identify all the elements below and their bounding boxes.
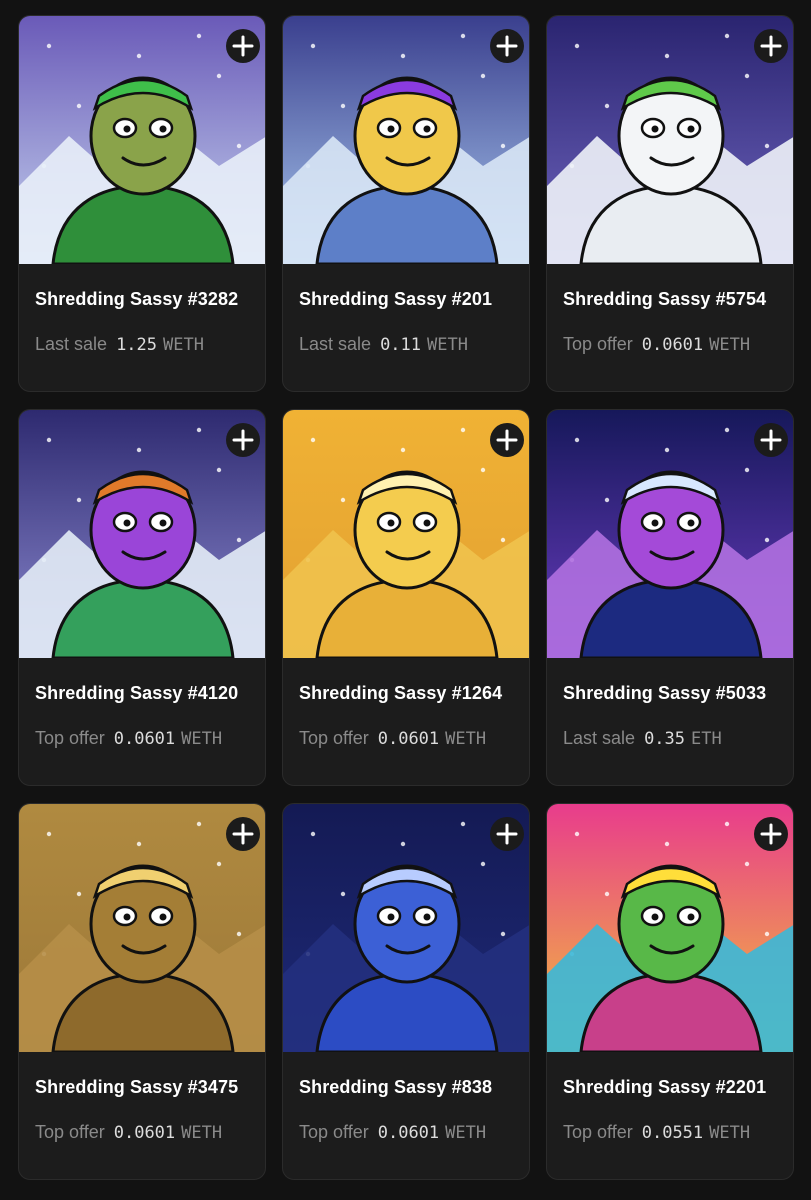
- nft-title: Shredding Sassy #201: [299, 289, 493, 309]
- price-row: Top offer 0.0601 WETH: [299, 727, 513, 750]
- nft-card[interactable]: Shredding Sassy #201 Last sale 0.11 WETH: [282, 15, 530, 392]
- price-row: Last sale 0.35 ETH: [563, 727, 777, 750]
- price-currency: WETH: [427, 335, 468, 355]
- price-label: Top offer: [563, 334, 633, 354]
- price-label: Top offer: [35, 1122, 105, 1142]
- nft-title: Shredding Sassy #1264: [299, 683, 503, 703]
- price-currency: ETH: [691, 729, 722, 749]
- nft-title: Shredding Sassy #5033: [563, 683, 767, 703]
- price-value: 0.0601: [113, 1123, 176, 1143]
- add-to-cart-button[interactable]: [754, 817, 788, 851]
- price-label: Top offer: [299, 1122, 369, 1142]
- nft-title: Shredding Sassy #2201: [563, 1077, 767, 1097]
- nft-card[interactable]: Shredding Sassy #1264 Top offer 0.0601 WE…: [282, 409, 530, 786]
- nft-card[interactable]: Shredding Sassy #3282 Last sale 1.25 WETH: [18, 15, 266, 392]
- nft-card[interactable]: Shredding Sassy #5754 Top offer 0.0601 WE…: [546, 15, 794, 392]
- nft-title: Shredding Sassy #838: [299, 1077, 493, 1097]
- price-currency: WETH: [709, 335, 751, 355]
- nft-card[interactable]: Shredding Sassy #4120 Top offer 0.0601 WE…: [18, 409, 266, 786]
- price-value: 0.0601: [377, 1123, 440, 1143]
- nft-title: Shredding Sassy #5754: [563, 289, 767, 309]
- price-value: 0.0601: [641, 335, 704, 355]
- add-to-cart-button[interactable]: [754, 423, 788, 457]
- add-to-cart-button[interactable]: [490, 817, 524, 851]
- price-currency: WETH: [445, 729, 487, 749]
- nft-card[interactable]: Shredding Sassy #2201 Top offer 0.0551 WE…: [546, 803, 794, 1180]
- nft-card[interactable]: Shredding Sassy #3475 Top offer 0.0601 WE…: [18, 803, 266, 1180]
- plus-icon: [232, 35, 254, 57]
- price-value: 0.0601: [113, 729, 176, 749]
- nft-card[interactable]: Shredding Sassy #838 Top offer 0.0601 WET…: [282, 803, 530, 1180]
- plus-icon: [760, 429, 782, 451]
- plus-icon: [232, 823, 254, 845]
- add-to-cart-button[interactable]: [754, 29, 788, 63]
- add-to-cart-button[interactable]: [226, 817, 260, 851]
- price-currency: WETH: [163, 335, 204, 355]
- plus-icon: [496, 823, 518, 845]
- add-to-cart-button[interactable]: [226, 29, 260, 63]
- price-row: Top offer 0.0601 WETH: [299, 1121, 513, 1144]
- price-row: Top offer 0.0551 WETH: [563, 1121, 777, 1144]
- add-to-cart-button[interactable]: [490, 423, 524, 457]
- price-label: Top offer: [563, 1122, 633, 1142]
- price-currency: WETH: [181, 729, 223, 749]
- price-row: Top offer 0.0601 WETH: [35, 1121, 249, 1144]
- price-row: Top offer 0.0601 WETH: [35, 727, 249, 750]
- price-label: Last sale: [299, 334, 372, 354]
- plus-icon: [496, 35, 518, 57]
- price-currency: WETH: [181, 1123, 223, 1143]
- price-currency: WETH: [709, 1123, 751, 1143]
- price-label: Top offer: [299, 728, 369, 748]
- price-row: Last sale 0.11 WETH: [299, 333, 513, 356]
- nft-card[interactable]: Shredding Sassy #5033 Last sale 0.35 ETH: [546, 409, 794, 786]
- plus-icon: [760, 823, 782, 845]
- add-to-cart-button[interactable]: [226, 423, 260, 457]
- price-currency: WETH: [445, 1123, 487, 1143]
- price-value: 0.0601: [377, 729, 440, 749]
- nft-title: Shredding Sassy #4120: [35, 683, 239, 703]
- price-value: 1.25: [116, 335, 158, 355]
- price-label: Last sale: [35, 334, 108, 354]
- price-value: 0.0551: [641, 1123, 704, 1143]
- nft-grid: Shredding Sassy #3282 Last sale 1.25 WETH…: [18, 15, 794, 1180]
- add-to-cart-button[interactable]: [490, 29, 524, 63]
- plus-icon: [232, 429, 254, 451]
- price-row: Last sale 1.25 WETH: [35, 333, 249, 356]
- price-label: Last sale: [563, 728, 636, 748]
- price-row: Top offer 0.0601 WETH: [563, 333, 777, 356]
- nft-title: Shredding Sassy #3475: [35, 1077, 239, 1097]
- plus-icon: [496, 429, 518, 451]
- price-label: Top offer: [35, 728, 105, 748]
- plus-icon: [760, 35, 782, 57]
- price-value: 0.35: [644, 729, 686, 749]
- nft-title: Shredding Sassy #3282: [35, 289, 239, 309]
- price-value: 0.11: [380, 335, 422, 355]
